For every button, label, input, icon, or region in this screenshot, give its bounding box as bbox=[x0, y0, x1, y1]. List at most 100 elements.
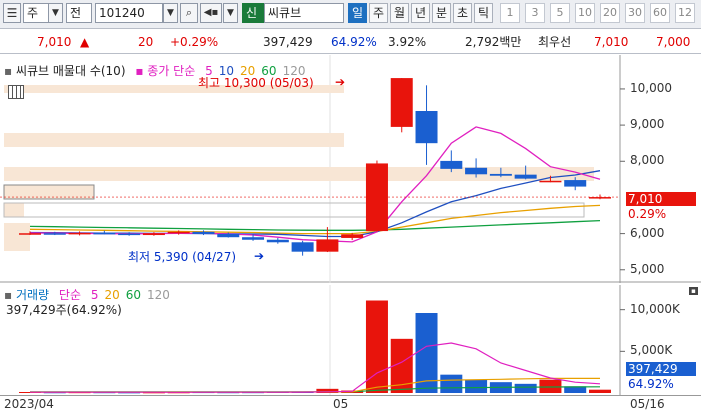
x-axis-label: 05/16 bbox=[630, 397, 665, 411]
stock-name-field[interactable]: 씨큐브 bbox=[264, 3, 344, 23]
volume-bar bbox=[539, 379, 562, 393]
candle-body bbox=[440, 160, 463, 169]
category-select[interactable]: 전 bbox=[66, 3, 92, 23]
period-tab[interactable]: 초 bbox=[453, 3, 472, 23]
candle-body bbox=[316, 239, 339, 252]
volume-legend-title: 거래량 bbox=[15, 288, 50, 302]
current-price-tag: 7,010 bbox=[626, 192, 696, 206]
high-arrow-icon: ➔ bbox=[335, 75, 346, 89]
period-tab[interactable]: 분 bbox=[432, 3, 451, 23]
candle-body bbox=[266, 239, 289, 243]
price-legend-title: 씨큐브 매물대 수(10) bbox=[15, 64, 126, 78]
stock-code-input[interactable]: 101240 bbox=[95, 3, 163, 23]
x-axis-label: 05 bbox=[333, 397, 349, 411]
toolbar: ☰ 주 ▼ 전 101240 ▼ ⌕ ◀▪ ▼ 신 씨큐브 일주월년분초틱 13… bbox=[0, 0, 701, 29]
interval-button[interactable]: 5 bbox=[550, 3, 570, 23]
change-percent: +0.29% bbox=[170, 35, 219, 49]
volume-bar bbox=[465, 379, 488, 393]
volume-ma-legend-item: 20 bbox=[104, 288, 120, 302]
volume-bar bbox=[440, 374, 463, 393]
volume-legend: ▪ 거래량 단순 5 20 60 120 bbox=[4, 288, 170, 302]
candle-body bbox=[390, 78, 413, 127]
period-tab[interactable]: 월 bbox=[390, 3, 409, 23]
interval-button[interactable]: 20 bbox=[600, 3, 620, 23]
price-axis-label: 5,000 bbox=[630, 261, 665, 276]
search-icon[interactable]: ⌕ bbox=[180, 3, 198, 23]
candle-body bbox=[19, 233, 41, 235]
volume-panel-menu-icon[interactable]: ▪ bbox=[689, 287, 698, 295]
period-tab[interactable]: 주 bbox=[369, 3, 388, 23]
candle-body bbox=[142, 233, 165, 236]
best-price-label: 최우선 bbox=[538, 35, 572, 49]
candle-body bbox=[514, 174, 537, 179]
candle-body bbox=[68, 232, 91, 235]
high-annotation: 최고 10,300 (05/03) bbox=[198, 76, 314, 90]
candle-body bbox=[291, 242, 314, 252]
candle-body bbox=[489, 173, 512, 176]
volume-value: 397,429 bbox=[263, 35, 313, 49]
price-axis-label: 9,000 bbox=[630, 117, 665, 132]
period-tab[interactable]: 틱 bbox=[474, 3, 493, 23]
volume-summary: 397,429주(64.92%) bbox=[6, 303, 122, 317]
volume-bar bbox=[514, 383, 537, 393]
volume-profile-band bbox=[4, 203, 24, 217]
volume-ma-legend-item: 5 bbox=[90, 288, 99, 302]
candle-body bbox=[217, 233, 240, 238]
speaker-dropdown-icon[interactable]: ▼ bbox=[223, 3, 238, 23]
current-price-pct-tag: 0.29% bbox=[628, 207, 667, 221]
code-dropdown-icon[interactable]: ▼ bbox=[163, 3, 178, 23]
current-price: 7,010 bbox=[37, 35, 72, 49]
volume-ma-legend-item: 120 bbox=[147, 288, 170, 302]
best-bid: 7,000 bbox=[656, 35, 691, 49]
interval-button[interactable]: 3 bbox=[525, 3, 545, 23]
low-annotation: 최저 5,390 (04/27) bbox=[128, 250, 237, 264]
interval-button[interactable]: 1 bbox=[500, 3, 520, 23]
price-axis-label: 10,000 bbox=[630, 80, 672, 95]
price-axis-label: 8,000 bbox=[630, 153, 665, 168]
candle-body bbox=[564, 180, 587, 187]
candle-body bbox=[43, 233, 66, 235]
volume-axis-label: 10,000K bbox=[630, 301, 680, 316]
price-axis-label: 6,000 bbox=[630, 225, 665, 240]
interval-button[interactable]: 10 bbox=[575, 3, 595, 23]
trade-amount: 2,792백만 bbox=[465, 35, 522, 49]
best-ask: 7,010 bbox=[594, 35, 629, 49]
candle-body bbox=[192, 231, 215, 234]
period-tab[interactable]: 년 bbox=[411, 3, 430, 23]
speaker-icon[interactable]: ◀▪ bbox=[200, 3, 222, 23]
volume-profile-band bbox=[4, 133, 344, 147]
volume-pct-tag: 64.92% bbox=[628, 377, 674, 391]
change-amount: 20 bbox=[138, 35, 154, 49]
volume-ratio: 64.92% bbox=[331, 35, 377, 49]
candle-body bbox=[93, 232, 116, 235]
x-axis: 2023/04 05 05/16 bbox=[0, 395, 701, 414]
grid-icon[interactable] bbox=[8, 85, 24, 99]
market-dropdown-icon[interactable]: ▼ bbox=[48, 3, 63, 23]
volume-ma-legend-title: 단순 bbox=[58, 288, 81, 302]
low-arrow-icon: ➔ bbox=[254, 249, 265, 263]
interval-button[interactable]: 30 bbox=[625, 3, 645, 23]
menu-icon[interactable]: ☰ bbox=[3, 3, 21, 23]
current-volume-tag: 397,429 bbox=[626, 362, 696, 376]
candle-body bbox=[539, 180, 562, 183]
candle-body bbox=[118, 233, 141, 236]
candle-body bbox=[242, 237, 265, 240]
candle-body bbox=[341, 234, 364, 238]
candle-body bbox=[167, 231, 190, 234]
change-arrow-icon: ▲ bbox=[80, 35, 90, 49]
volume-profile-band bbox=[4, 223, 30, 251]
volume-bar bbox=[589, 389, 611, 393]
candle-body bbox=[415, 110, 438, 144]
price-chart[interactable] bbox=[0, 55, 701, 283]
ma-legend-title: 종가 단순 bbox=[147, 64, 196, 78]
interval-button[interactable]: 60 bbox=[650, 3, 670, 23]
market-select[interactable]: 주 bbox=[23, 3, 49, 23]
volume-ma-legend-item: 60 bbox=[125, 288, 142, 302]
quote-bar: 7,010 ▲ 20 +0.29% 397,429 64.92% 3.92% 2… bbox=[0, 31, 701, 54]
volume-axis-label: 5,000K bbox=[630, 343, 673, 358]
turnover-ratio: 3.92% bbox=[388, 35, 427, 49]
x-axis-label: 2023/04 bbox=[4, 397, 54, 411]
interval-button[interactable]: 12 bbox=[675, 3, 695, 23]
period-tab[interactable]: 일 bbox=[348, 3, 367, 23]
stock-tag: 신 bbox=[242, 3, 264, 23]
